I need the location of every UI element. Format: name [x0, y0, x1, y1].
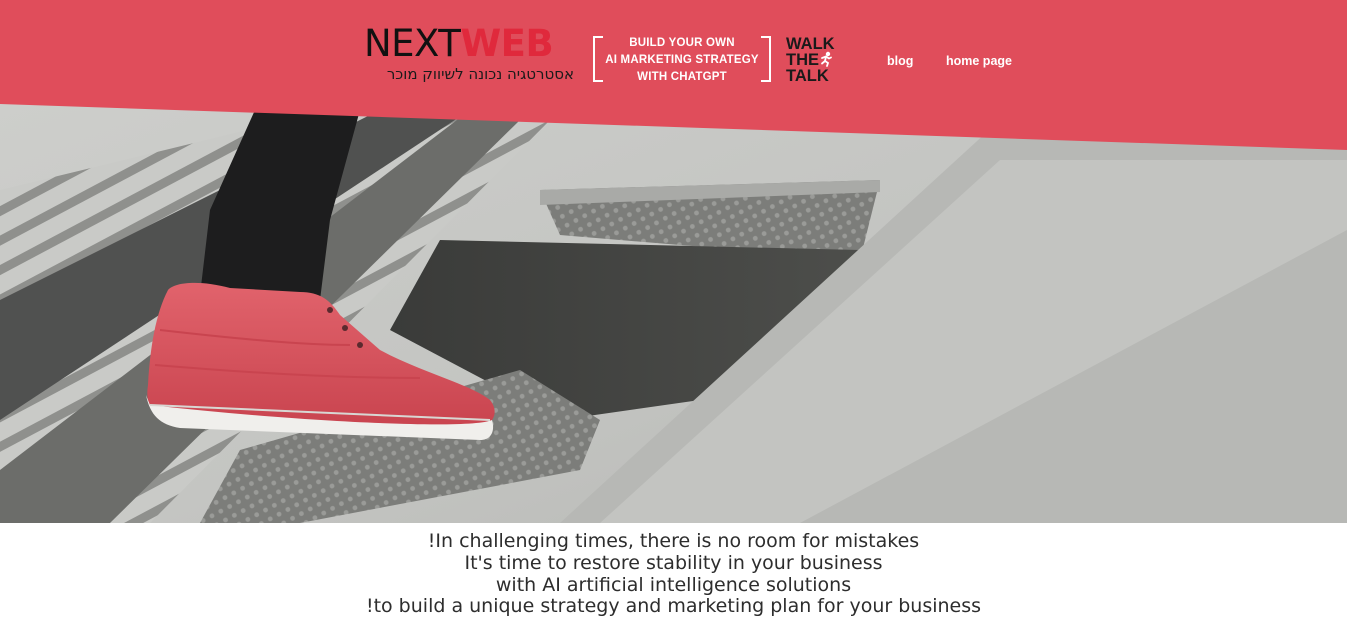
wtt-line-the: THE — [786, 51, 819, 69]
walk-the-talk-link[interactable]: WALK THE TALK — [786, 36, 842, 86]
runner-icon — [818, 51, 834, 67]
bracket-right-icon — [761, 36, 771, 82]
intro-text: !In challenging times, there is no room … — [0, 530, 1347, 618]
intro-line-4: !to build a unique strategy and marketin… — [365, 595, 982, 618]
promo-text: BUILD YOUR OWN AI MARKETING STRATEGY WIT… — [599, 35, 765, 86]
promo-line-3: WITH CHATGPT — [637, 71, 727, 83]
wtt-line-walk: WALK — [786, 35, 835, 53]
wtt-line-talk: TALK — [786, 67, 829, 85]
intro-line-1: !In challenging times, there is no room … — [427, 530, 920, 552]
intro-line-3: with AI artificial intelligence solution… — [495, 573, 852, 596]
logo-tagline: אסטרטגיה נכונה לשיווק מוכר — [386, 65, 574, 83]
promo-line-2: AI MARKETING STRATEGY — [605, 54, 759, 66]
page: NEXTWEB אסטרטגיה נכונה לשיווק מוכר BUILD… — [0, 0, 1347, 635]
nav-home-page-link[interactable]: home page — [946, 53, 1012, 69]
logo-word-next: NEXT — [364, 22, 461, 65]
site-header: NEXTWEB אסטרטגיה נכונה לשיווק מוכר BUILD… — [0, 0, 1347, 110]
ai-strategy-promo-link[interactable]: BUILD YOUR OWN AI MARKETING STRATEGY WIT… — [593, 36, 771, 84]
intro-line-2: It's time to restore stability in your b… — [464, 551, 883, 574]
nav-blog-link[interactable]: blog — [887, 53, 913, 69]
nextweb-logo[interactable]: NEXTWEB אסטרטגיה נכונה לשיווק מוכר — [364, 24, 576, 88]
logo-word-web: WEB — [460, 22, 554, 65]
logo-wordmark: NEXTWEB — [364, 22, 554, 65]
promo-line-1: BUILD YOUR OWN — [629, 37, 735, 49]
